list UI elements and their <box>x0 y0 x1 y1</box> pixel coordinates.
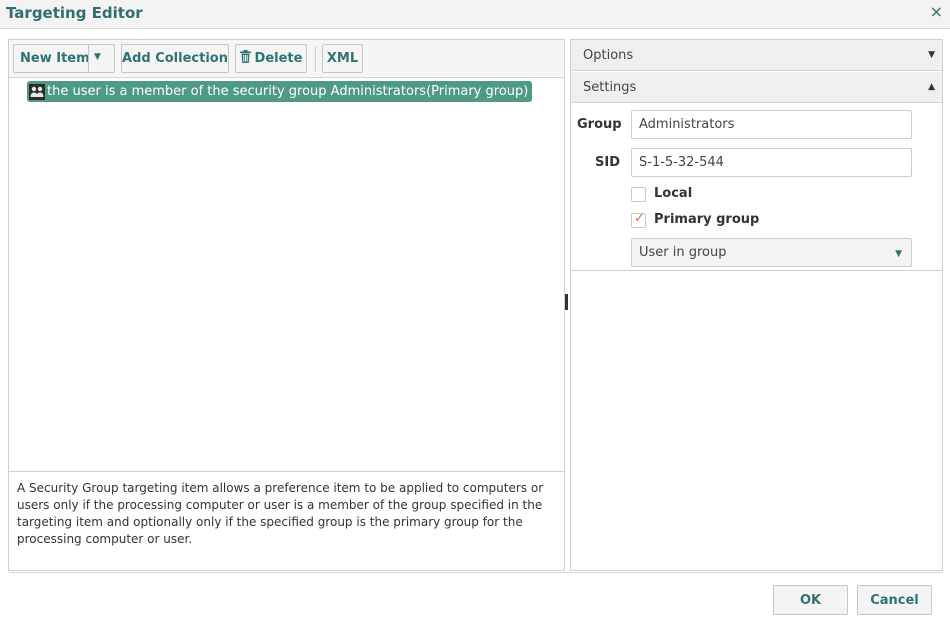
caret-down-icon: ▼ <box>928 50 935 60</box>
sid-input[interactable] <box>631 148 912 177</box>
item-description: A Security Group targeting item allows a… <box>9 471 564 570</box>
xml-button[interactable]: XML <box>322 44 363 73</box>
settings-body: Group SID Local ✓ Primary group User in … <box>571 104 942 271</box>
cancel-button[interactable]: Cancel <box>857 585 932 615</box>
delete-label: Delete <box>254 51 303 66</box>
primary-group-label: Primary group <box>654 212 760 227</box>
group-mode-select[interactable]: User in group ▼ <box>631 238 912 267</box>
dialog-title: Targeting Editor <box>6 4 143 22</box>
panel-splitter-handle[interactable] <box>565 294 568 310</box>
footer-divider <box>8 572 943 573</box>
caret-up-icon: ▲ <box>928 82 935 92</box>
trash-icon <box>239 50 251 67</box>
group-label: Group <box>577 117 622 132</box>
xml-label: XML <box>326 51 359 66</box>
chevron-down-icon: ▼ <box>895 249 902 259</box>
delete-button[interactable]: Delete <box>235 44 307 73</box>
split-divider <box>88 45 89 72</box>
chevron-down-icon[interactable]: ▼ <box>94 52 101 62</box>
options-accordion-header[interactable]: Options ▼ <box>571 40 942 71</box>
primary-group-checkbox[interactable]: ✓ <box>631 211 646 228</box>
properties-panel: Options ▼ Settings ▲ Group SID Local ✓ P… <box>570 39 943 571</box>
dialog-body: New Item ▼ Add Collection Delete XML the… <box>0 30 950 629</box>
group-input[interactable] <box>631 110 912 139</box>
options-label: Options <box>583 47 634 63</box>
settings-label: Settings <box>583 79 637 95</box>
group-mode-value: User in group <box>639 245 727 260</box>
title-bar: Targeting Editor × <box>0 0 950 29</box>
targeting-tree: the user is a member of the security gro… <box>9 79 564 470</box>
checkmark-icon: ✓ <box>634 211 645 226</box>
security-group-icon <box>29 83 45 100</box>
ok-button[interactable]: OK <box>773 585 848 615</box>
add-collection-label: Add Collection <box>122 51 228 66</box>
toolbar: New Item ▼ Add Collection Delete XML <box>9 40 564 78</box>
toolbar-separator <box>315 46 316 72</box>
local-label: Local <box>654 186 693 201</box>
close-icon[interactable]: × <box>930 2 943 21</box>
add-collection-button[interactable]: Add Collection <box>121 44 229 73</box>
new-item-button[interactable]: New Item ▼ <box>13 44 115 73</box>
new-item-label: New Item <box>20 51 90 66</box>
tree-item-security-group[interactable]: the user is a member of the security gro… <box>27 81 533 102</box>
local-checkbox[interactable] <box>631 187 646 202</box>
settings-accordion-header[interactable]: Settings ▲ <box>571 72 942 103</box>
sid-label: SID <box>595 155 620 170</box>
tree-item-label: the user is a member of the security gro… <box>47 84 529 99</box>
targeting-tree-panel: New Item ▼ Add Collection Delete XML the… <box>8 39 565 571</box>
